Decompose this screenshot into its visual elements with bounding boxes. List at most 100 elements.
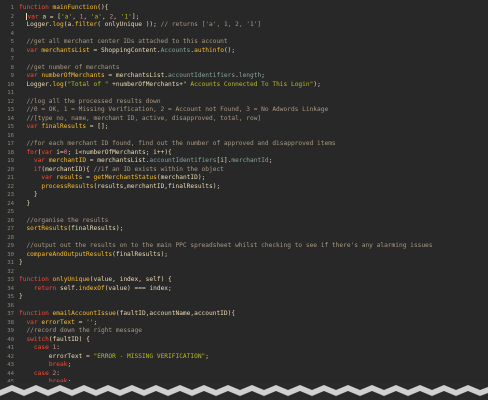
- code-token: accountIdentifiers: [168, 72, 236, 79]
- code-line[interactable]: 22 processResults(results,merchantID,fin…: [0, 183, 488, 192]
- code-token: = merchantsList.: [86, 157, 150, 164]
- code-text: //record down the right message: [19, 327, 142, 336]
- code-text: for(var i=0; i<numberOfMerchants; i++){: [19, 149, 171, 158]
- code-line[interactable]: 33 function onlyUnique(value, index, self…: [0, 276, 488, 285]
- code-line[interactable]: 1 function mainFunction(){: [0, 4, 488, 13]
- code-token: //for each merchant ID found, find out t…: [26, 140, 336, 147]
- code-line[interactable]: 43 break;: [0, 361, 488, 370]
- code-token: function: [19, 276, 53, 283]
- code-text: //get number of merchants: [19, 64, 119, 73]
- code-token: (a.: [63, 21, 75, 28]
- code-line[interactable]: 30 compareAndOutputResults(finalResults)…: [0, 251, 488, 260]
- code-line[interactable]: 5 //get all merchant center IDs attached…: [0, 38, 488, 47]
- code-token: //output out the results on to the main …: [26, 242, 433, 249]
- code-token: "ERROR - MISSING VERIFICATION": [93, 352, 206, 360]
- code-line[interactable]: 26 //organise the results: [0, 217, 488, 226]
- code-line[interactable]: 44 case 2:: [0, 370, 488, 379]
- code-line[interactable]: 25: [0, 208, 488, 217]
- code-text: function onlyUnique(value, index, self) …: [19, 276, 172, 285]
- code-token: authinfo: [194, 46, 224, 54]
- code-token: ();: [223, 46, 236, 54]
- line-number: 39: [7, 328, 14, 334]
- code-line[interactable]: 2 var a = ['a', 1, 'a', 2, '1'];: [0, 12, 488, 22]
- line-number: 33: [7, 277, 14, 283]
- code-line[interactable]: 12 //log all the processed results down: [0, 98, 488, 107]
- code-token: return: [33, 284, 60, 292]
- code-line[interactable]: 31}: [0, 259, 488, 268]
- code-line[interactable]: 38 var errorText = '';: [0, 319, 488, 328]
- code-token: mainFunction: [52, 4, 98, 11]
- code-token: processResults: [41, 182, 94, 190]
- code-text: if(merchantID){ //if an ID exists within…: [19, 166, 224, 175]
- code-line[interactable]: 42 errorText = "ERROR - MISSING VERIFICA…: [0, 353, 488, 362]
- code-line[interactable]: 34 return self.indexOf(value) === index;: [0, 285, 488, 294]
- code-line[interactable]: 21 var results = getMerchantStatus(merch…: [0, 174, 488, 183]
- line-number: 22: [7, 183, 14, 190]
- code-line[interactable]: 10 Logger.log("Total of " +numberOfMerch…: [0, 81, 488, 90]
- code-line[interactable]: 6 var merchantsList = ShoppingContent.Ac…: [0, 47, 488, 56]
- code-token: (finalResults);: [67, 225, 124, 232]
- line-number: 34: [7, 285, 14, 292]
- code-token: }: [19, 293, 23, 300]
- code-line[interactable]: 16: [0, 132, 488, 141]
- code-token: compareAndOutputResults: [26, 250, 113, 258]
- code-token: break: [48, 361, 68, 368]
- code-token: ,: [72, 13, 80, 20]
- code-line[interactable]: 9 var numberOfMerchants = merchantsList.…: [0, 72, 488, 81]
- code-text: function emailAccountIssue(faultID,accou…: [19, 310, 235, 319]
- code-token: :: [56, 369, 61, 377]
- code-line[interactable]: 37 function emailAccountIssue(faultID,acc…: [0, 310, 488, 319]
- code-text: var errorText = '';: [19, 319, 97, 328]
- code-token: emailAccountIssue: [52, 310, 116, 317]
- code-line[interactable]: 18 for(var i=0; i<numberOfMerchants; i++…: [0, 149, 488, 158]
- code-line[interactable]: 17 //for each merchant ID found, find ou…: [0, 140, 488, 149]
- code-line[interactable]: 28: [0, 234, 488, 243]
- code-line[interactable]: 13 //0 = OK, 1 = Missing Verification, 2…: [0, 106, 488, 115]
- line-number: 43: [7, 362, 14, 368]
- line-number: 28: [7, 234, 14, 241]
- code-line[interactable]: 11: [0, 89, 488, 98]
- code-token: length: [238, 72, 262, 79]
- line-number: 20: [7, 166, 14, 173]
- code-token: log: [52, 80, 64, 88]
- code-line[interactable]: 32: [0, 268, 488, 277]
- code-token: var: [41, 174, 57, 181]
- code-token: (){: [97, 4, 109, 11]
- line-number: 35: [7, 294, 14, 300]
- code-token: =: [74, 318, 87, 326]
- line-number: 30: [7, 251, 14, 258]
- line-number: 31: [7, 260, 14, 266]
- code-token: sortResults: [26, 225, 68, 232]
- code-line[interactable]: 14 //[type no, name, merchant ID, active…: [0, 115, 488, 124]
- line-number: 44: [7, 370, 14, 377]
- code-token: errorText: [41, 318, 75, 326]
- code-line[interactable]: 8 //get number of merchants: [0, 64, 488, 73]
- code-line[interactable]: 23 }: [0, 191, 488, 200]
- code-token: [i].: [216, 157, 232, 164]
- code-line[interactable]: 15 var finalResults = [];: [0, 123, 488, 132]
- line-number: 13: [7, 107, 14, 113]
- line-number: 4: [10, 30, 14, 37]
- code-line[interactable]: 20 if(merchantID){ //if an ID exists wit…: [0, 166, 488, 175]
- line-number: 21: [7, 175, 14, 181]
- code-line[interactable]: 19 var merchantID = merchantsList.accoun…: [0, 157, 488, 166]
- code-editor[interactable]: 1 function mainFunction(){2 var a = ['a',…: [0, 4, 488, 387]
- code-token: Accounts: [160, 46, 191, 54]
- code-line[interactable]: 3 Logger.log(a.filter( onlyUnique )); //…: [0, 21, 488, 30]
- code-line[interactable]: 29 //output out the results on to the ma…: [0, 242, 488, 251]
- code-line[interactable]: 4: [0, 30, 488, 39]
- code-line[interactable]: 41 case 1:: [0, 344, 488, 353]
- code-token: }: [19, 191, 38, 198]
- code-token: '1': [120, 13, 132, 20]
- code-token: ,: [83, 13, 91, 20]
- code-line[interactable]: 24 }: [0, 200, 488, 209]
- code-line[interactable]: 36: [0, 302, 488, 311]
- code-line[interactable]: 27 sortResults(finalResults);: [0, 225, 488, 234]
- line-number: 24: [7, 200, 14, 207]
- code-line[interactable]: 39 //record down the right message: [0, 327, 488, 336]
- code-line[interactable]: 40 switch(faultID) {: [0, 336, 488, 345]
- code-line[interactable]: 35}: [0, 293, 488, 302]
- code-line[interactable]: 7: [0, 55, 488, 64]
- code-token: //record down the right message: [26, 327, 142, 334]
